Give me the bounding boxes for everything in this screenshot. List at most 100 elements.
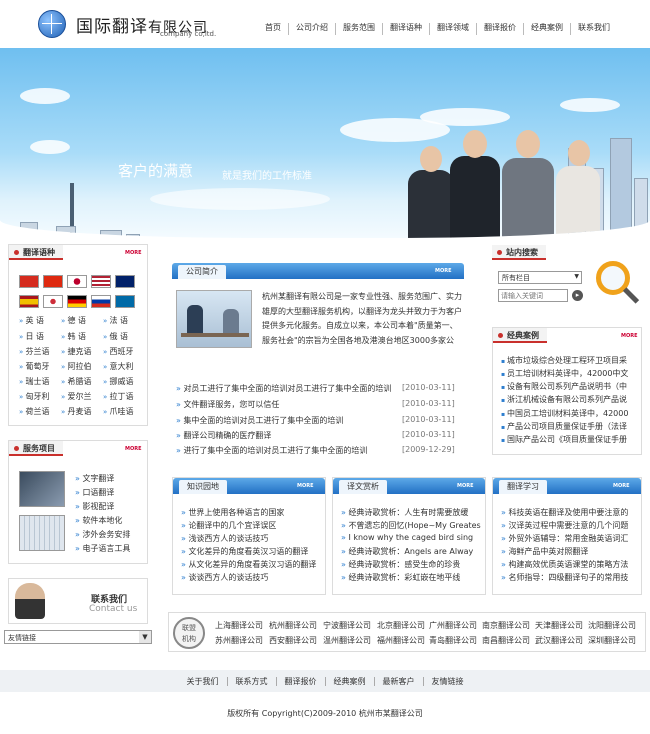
knowledge-link[interactable]: 论翻译中的几个宜译误区 (181, 520, 323, 531)
appreciation-link[interactable]: 经典诗歌赏析：感受生命的珍贵 (341, 559, 483, 570)
case-link[interactable]: 浙江机械设备有限公司系列产品说 (501, 394, 637, 405)
russia-flag-icon[interactable] (91, 295, 111, 308)
service-link[interactable]: 口语翻译 (75, 487, 114, 498)
language-link[interactable]: 法 语 (103, 315, 129, 326)
knowledge-link[interactable]: 谈谈西方人的谈话技巧 (181, 572, 323, 583)
learning-link[interactable]: 外贸外语辅导：常用金融英语词汇 (501, 533, 639, 544)
language-link[interactable]: 阿拉伯 (61, 361, 92, 372)
learning-tab[interactable]: 翻译学习 (499, 480, 547, 494)
spain-flag-icon[interactable] (19, 295, 39, 308)
alliance-link[interactable]: 西安翻译公司 (269, 635, 317, 646)
case-link[interactable]: 城市垃圾综合处理工程环卫项目采 (501, 355, 637, 366)
alliance-link[interactable]: 天津翻译公司 (535, 620, 583, 631)
language-link[interactable]: 希腊语 (61, 376, 92, 387)
learning-link[interactable]: 科技英语在翻译及使用中要注意的 (501, 507, 639, 518)
alliance-link[interactable]: 广州翻译公司 (429, 620, 477, 631)
intro-more-link[interactable]: MORE (435, 268, 452, 274)
service-link[interactable]: 涉外会务安排 (75, 529, 130, 540)
nav-services[interactable]: 服务范围 (336, 23, 383, 35)
service-link[interactable]: 影视配译 (75, 501, 114, 512)
alliance-link[interactable]: 深圳翻译公司 (588, 635, 636, 646)
alliance-link[interactable]: 福州翻译公司 (377, 635, 425, 646)
nav-languages[interactable]: 翻译语种 (383, 23, 430, 35)
language-link[interactable]: 德 语 (61, 315, 87, 326)
service-link[interactable]: 电子语言工具 (75, 543, 130, 554)
case-link[interactable]: 中国员工培训材料英译中，42000 (501, 408, 637, 419)
footer-link-pricing[interactable]: 翻译报价 (277, 676, 326, 686)
footer-link-contact[interactable]: 联系方式 (228, 676, 277, 686)
learning-link[interactable]: 名师指导：四级翻译句子的常用技 (501, 572, 639, 583)
nav-home[interactable]: 首页 (258, 23, 289, 35)
language-link[interactable]: 挪威语 (103, 376, 134, 387)
china-flag-icon[interactable] (19, 275, 39, 288)
knowledge-link[interactable]: 从文化差异的角度看英汉习语的翻译 (181, 559, 323, 570)
language-link[interactable]: 爱尔兰 (61, 391, 92, 402)
service-link[interactable]: 文字翻译 (75, 473, 114, 484)
contact-box[interactable]: 联系我们 Contact us (8, 578, 148, 624)
category-select[interactable]: 所有栏目 ▼ (498, 271, 582, 284)
learning-more-link[interactable]: MORE (613, 483, 630, 489)
knowledge-tab[interactable]: 知识园地 (179, 480, 227, 494)
language-link[interactable]: 匈牙利 (19, 391, 50, 402)
case-link[interactable]: 设备有限公司系列产品说明书（中 (501, 381, 637, 392)
learning-link[interactable]: 构建高效优质英语课堂的策略方法 (501, 559, 639, 570)
language-link[interactable]: 俄 语 (103, 331, 129, 342)
appreciation-link[interactable]: I know why the caged bird sing (341, 533, 483, 542)
case-link[interactable]: 员工培训材料英译中，42000中文 (501, 368, 637, 379)
alliance-link[interactable]: 沈阳翻译公司 (588, 620, 636, 631)
language-link[interactable]: 芬兰语 (19, 346, 50, 357)
search-input[interactable] (498, 289, 568, 302)
language-link[interactable]: 爪哇语 (103, 406, 134, 417)
knowledge-link[interactable]: 文化差异的角度看英汉习语的翻译 (181, 546, 323, 557)
case-link[interactable]: 国际产品公司《项目质量保证手册 (501, 434, 637, 445)
language-link[interactable]: 韩 语 (61, 331, 87, 342)
intro-tab[interactable]: 公司简介 (178, 265, 226, 279)
nav-fields[interactable]: 翻译领域 (430, 23, 477, 35)
alliance-link[interactable]: 南昌翻译公司 (482, 635, 530, 646)
footer-link-cases[interactable]: 经典案例 (326, 676, 375, 686)
languages-more-link[interactable]: MORE (125, 250, 142, 256)
alliance-link[interactable]: 武汉翻译公司 (535, 635, 583, 646)
learning-link[interactable]: 汉译英过程中需要注意的几个问题 (501, 520, 639, 531)
alliance-link[interactable]: 宁波翻译公司 (323, 620, 371, 631)
appreciation-link[interactable]: 经典诗歌赏析：人生有时需要放缓 (341, 507, 483, 518)
language-link[interactable]: 葡萄牙 (19, 361, 50, 372)
services-more-link[interactable]: MORE (125, 446, 142, 452)
search-go-button[interactable]: ▸ (572, 290, 583, 301)
logo-globe-icon[interactable] (38, 10, 66, 38)
knowledge-link[interactable]: 浅谈西方人的谈话技巧 (181, 533, 323, 544)
cases-more-link[interactable]: MORE (621, 333, 638, 339)
language-link[interactable]: 瑞士语 (19, 376, 50, 387)
nav-about[interactable]: 公司介绍 (289, 23, 336, 35)
knowledge-more-link[interactable]: MORE (297, 483, 314, 489)
language-link[interactable]: 拉丁语 (103, 391, 134, 402)
nav-cases[interactable]: 经典案例 (524, 23, 571, 35)
knowledge-link[interactable]: 世界上使用各种语言的国家 (181, 507, 323, 518)
news-link[interactable]: 进行了集中全面的培训对员工进行了集中全面的培训 (176, 445, 367, 456)
germany-flag-icon[interactable] (67, 295, 87, 308)
case-link[interactable]: 产品公司项目质量保证手册（法译 (501, 421, 637, 432)
hongkong-flag-icon[interactable] (43, 275, 63, 288)
korea-flag-icon[interactable] (43, 295, 63, 308)
japan-flag-icon[interactable] (67, 275, 87, 288)
appreciation-more-link[interactable]: MORE (457, 483, 474, 489)
footer-link-friends[interactable]: 友情链接 (424, 677, 472, 686)
language-link[interactable]: 英 语 (19, 315, 45, 326)
friend-links-select[interactable]: 友情链接 ▼ (4, 630, 152, 644)
alliance-link[interactable]: 杭州翻译公司 (269, 620, 317, 631)
news-link[interactable]: 对员工进行了集中全面的培训对员工进行了集中全面的培训 (176, 383, 391, 394)
language-link[interactable]: 丹麦语 (61, 406, 92, 417)
appreciation-link[interactable]: 经典诗歌赏析：彩虹嵌在地平线 (341, 572, 483, 583)
appreciation-tab[interactable]: 译文赏析 (339, 480, 387, 494)
alliance-link[interactable]: 温州翻译公司 (323, 635, 371, 646)
usa-flag-icon[interactable] (91, 275, 111, 288)
alliance-link[interactable]: 北京翻译公司 (377, 620, 425, 631)
language-link[interactable]: 西班牙 (103, 346, 134, 357)
alliance-link[interactable]: 苏州翻译公司 (215, 635, 263, 646)
learning-link[interactable]: 海鲜产品中英对照翻译 (501, 546, 639, 557)
uk-flag-icon[interactable] (115, 275, 135, 288)
news-link[interactable]: 翻译公司精确的医疗翻译 (176, 430, 271, 441)
news-link[interactable]: 文件翻译服务，您可以信任 (176, 399, 279, 410)
language-link[interactable]: 荷兰语 (19, 406, 50, 417)
sweden-flag-icon[interactable] (115, 295, 135, 308)
